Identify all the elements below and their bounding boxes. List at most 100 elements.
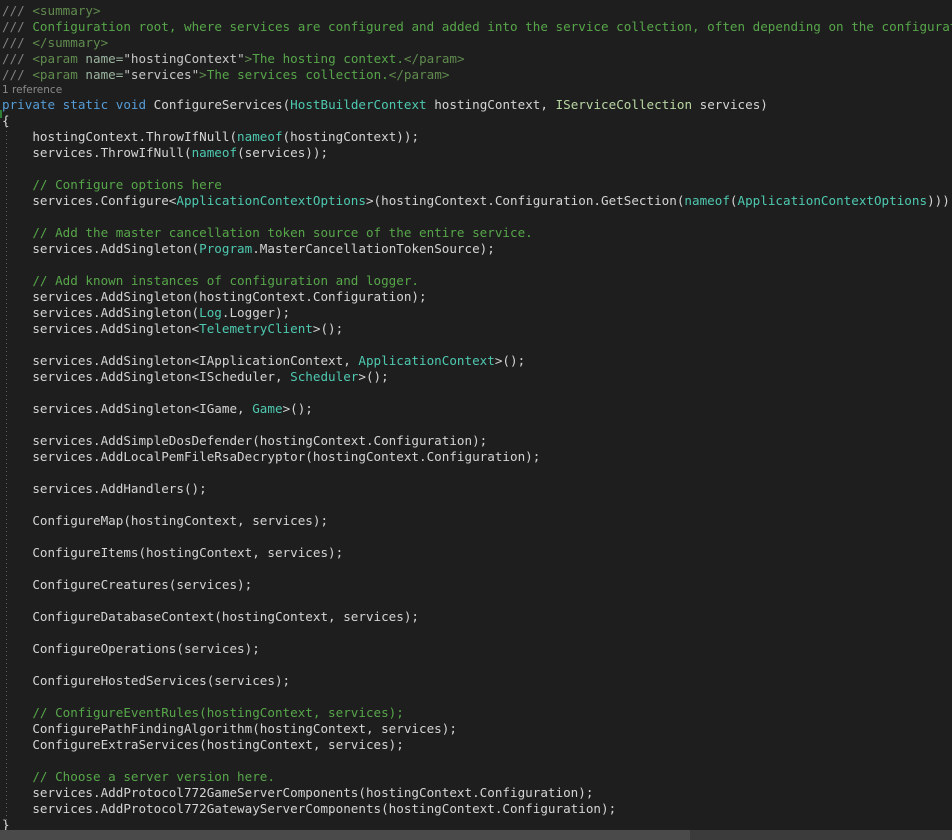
code-token: The hosting context. xyxy=(252,51,404,66)
code-line[interactable] xyxy=(0,689,952,705)
code-line[interactable] xyxy=(0,625,952,641)
code-line[interactable]: services.AddSingleton<IScheduler, Schedu… xyxy=(0,369,952,385)
code-line[interactable]: services.AddLocalPemFileRsaDecryptor(hos… xyxy=(0,449,952,465)
code-line[interactable]: ConfigureHostedServices(services); xyxy=(0,673,952,689)
code-content[interactable]: /// <summary>/// Configuration root, whe… xyxy=(0,0,952,833)
code-token: services.AddSingleton<IScheduler, xyxy=(2,369,291,384)
code-token: services.ThrowIfNull( xyxy=(2,145,192,160)
code-line[interactable] xyxy=(0,753,952,769)
code-line[interactable]: // Add the master cancellation token sou… xyxy=(0,225,952,241)
code-line[interactable] xyxy=(0,337,952,353)
code-token: Scheduler xyxy=(290,369,359,384)
code-token: >(); xyxy=(358,369,389,384)
code-token: services.Configure< xyxy=(2,193,177,208)
code-line[interactable] xyxy=(0,257,952,273)
code-line[interactable] xyxy=(0,593,952,609)
code-line[interactable]: // Choose a server version here. xyxy=(0,769,952,785)
code-token: // ConfigureEventRules(hostingContext, s… xyxy=(2,705,404,720)
code-line[interactable]: { xyxy=(0,113,952,129)
code-line[interactable]: /// <param name="services">The services … xyxy=(0,67,952,83)
codelens-reference-count[interactable]: 1 reference xyxy=(0,83,952,97)
code-line[interactable]: /// </summary> xyxy=(0,35,952,51)
code-token: services.AddSingleton<IGame, xyxy=(2,401,253,416)
code-line[interactable] xyxy=(0,561,952,577)
code-token: // Configure options here xyxy=(2,177,222,192)
code-token: > xyxy=(199,67,207,82)
code-line[interactable]: services.AddProtocol772GameServerCompone… xyxy=(0,785,952,801)
code-token: ConfigureItems(hostingContext, services)… xyxy=(2,545,344,560)
code-token: ConfigureCreatures(services); xyxy=(2,577,253,592)
code-token: services.AddSimpleDosDefender(hostingCon… xyxy=(2,433,488,448)
code-line[interactable] xyxy=(0,529,952,545)
code-line[interactable] xyxy=(0,209,952,225)
code-line[interactable]: ConfigureExtraServices(hostingContext, s… xyxy=(0,737,952,753)
code-token: >(); xyxy=(312,321,344,336)
code-line[interactable]: private static void ConfigureServices(Ho… xyxy=(0,97,952,113)
code-token: nameof xyxy=(684,193,730,208)
code-line[interactable] xyxy=(0,417,952,433)
code-token: { xyxy=(2,113,10,128)
code-token: </param> xyxy=(403,51,465,66)
code-token: services.AddSingleton(hostingContext.Con… xyxy=(2,289,427,304)
code-line[interactable]: services.AddSingleton<IApplicationContex… xyxy=(0,353,952,369)
code-token: services.AddProtocol772GatewayServerComp… xyxy=(2,801,617,816)
code-line[interactable]: /// <summary> xyxy=(0,3,952,19)
code-line[interactable]: services.AddSimpleDosDefender(hostingCon… xyxy=(0,433,952,449)
code-token: The services collection. xyxy=(206,67,389,82)
code-line[interactable]: hostingContext.ThrowIfNull(nameof(hostin… xyxy=(0,129,952,145)
code-line[interactable]: services.AddSingleton(Program.MasterCanc… xyxy=(0,241,952,257)
code-editor-pane[interactable]: /// <summary>/// Configuration root, whe… xyxy=(0,0,952,840)
code-line[interactable]: services.AddSingleton<TelemetryClient>()… xyxy=(0,321,952,337)
code-line[interactable]: ConfigureMap(hostingContext, services); xyxy=(0,513,952,529)
code-token: <param xyxy=(32,67,86,82)
code-token: /// xyxy=(2,51,33,66)
code-token: ConfigureServices xyxy=(153,97,283,112)
code-token: </summary> xyxy=(32,35,109,50)
code-token: name= xyxy=(85,67,124,82)
code-token: /// xyxy=(2,19,33,34)
code-token: nameof xyxy=(237,129,283,144)
code-line[interactable]: // Add known instances of configuration … xyxy=(0,273,952,289)
code-line[interactable]: services.AddHandlers(); xyxy=(0,481,952,497)
code-line[interactable]: ConfigureCreatures(services); xyxy=(0,577,952,593)
code-line[interactable]: services.AddSingleton(hostingContext.Con… xyxy=(0,289,952,305)
code-line[interactable]: ConfigurePathFindingAlgorithm(hostingCon… xyxy=(0,721,952,737)
code-token: .Logger); xyxy=(221,305,291,320)
code-line[interactable]: services.AddSingleton<IGame, Game>(); xyxy=(0,401,952,417)
code-token: "services" xyxy=(123,67,200,82)
code-token: ConfigureHostedServices(services); xyxy=(2,673,291,688)
code-line[interactable] xyxy=(0,385,952,401)
code-token: // Add the master cancellation token sou… xyxy=(2,225,533,240)
code-token: services) xyxy=(692,97,768,112)
code-token: Configuration root, where services are c… xyxy=(32,19,952,34)
code-line[interactable]: services.Configure<ApplicationContextOpt… xyxy=(0,193,952,209)
code-token: >(); xyxy=(282,401,313,416)
horizontal-scrollbar-thumb[interactable] xyxy=(0,830,690,840)
code-line[interactable]: /// Configuration root, where services a… xyxy=(0,19,952,35)
code-line[interactable]: ConfigureItems(hostingContext, services)… xyxy=(0,545,952,561)
code-token: .MasterCancellationTokenSource); xyxy=(252,241,495,256)
code-token: ConfigureExtraServices(hostingContext, s… xyxy=(2,737,404,752)
horizontal-scrollbar-track[interactable] xyxy=(0,830,952,840)
code-token: name= xyxy=(85,51,124,66)
code-line[interactable] xyxy=(0,657,952,673)
code-token: HostBuilderContext xyxy=(290,97,427,112)
code-line[interactable]: ConfigureOperations(services); xyxy=(0,641,952,657)
code-token: <summary> xyxy=(32,3,101,18)
code-token: services.AddHandlers(); xyxy=(2,481,207,496)
code-line[interactable]: services.AddSingleton(Log.Logger); xyxy=(0,305,952,321)
code-line[interactable] xyxy=(0,497,952,513)
code-line[interactable]: ConfigureDatabaseContext(hostingContext,… xyxy=(0,609,952,625)
code-line[interactable]: services.ThrowIfNull(nameof(services)); xyxy=(0,145,952,161)
code-token: private static void xyxy=(2,97,154,112)
code-line[interactable]: // ConfigureEventRules(hostingContext, s… xyxy=(0,705,952,721)
code-token: // Add known instances of configuration … xyxy=(2,273,420,288)
code-token: ApplicationContext xyxy=(358,353,495,368)
code-line[interactable]: services.AddProtocol772GatewayServerComp… xyxy=(0,801,952,817)
code-token: Game xyxy=(252,401,283,416)
code-line[interactable]: // Configure options here xyxy=(0,177,952,193)
code-token: services.AddSingleton<IApplicationContex… xyxy=(2,353,359,368)
code-line[interactable]: /// <param name="hostingContext">The hos… xyxy=(0,51,952,67)
code-line[interactable] xyxy=(0,161,952,177)
code-line[interactable] xyxy=(0,465,952,481)
